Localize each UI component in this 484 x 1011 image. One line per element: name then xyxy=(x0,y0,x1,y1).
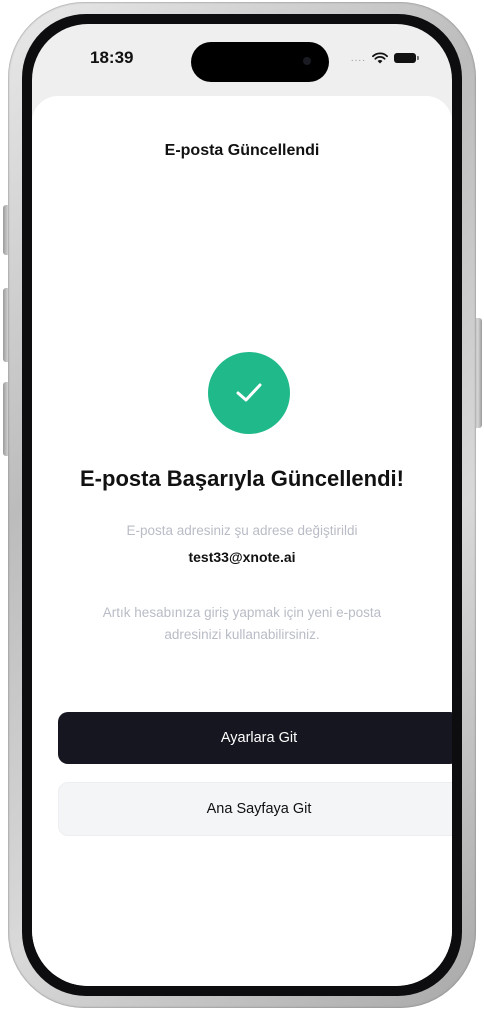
wifi-icon xyxy=(372,52,388,64)
phone-frame: 18:39 .... E-posta Güncellendi E-posta B… xyxy=(8,2,476,1008)
power-button xyxy=(475,318,482,428)
status-icons: .... xyxy=(350,52,419,64)
phone-screen: 18:39 .... E-posta Güncellendi E-posta B… xyxy=(32,24,452,986)
go-to-settings-button[interactable]: Ayarlara Git xyxy=(58,712,452,764)
phone-bezel: 18:39 .... E-posta Güncellendi E-posta B… xyxy=(22,14,462,996)
login-info-text: Artık hesabınıza giriş yapmak için yeni … xyxy=(102,605,382,642)
battery-icon xyxy=(394,53,419,63)
success-badge xyxy=(208,352,290,434)
content-sheet: E-posta Güncellendi E-posta Başarıyla Gü… xyxy=(32,96,452,986)
device-mockup: 18:39 .... E-posta Güncellendi E-posta B… xyxy=(0,0,484,1011)
status-time: 18:39 xyxy=(90,48,134,67)
page-title: E-posta Güncellendi xyxy=(164,142,320,159)
signal-icon: .... xyxy=(350,52,366,64)
dynamic-island xyxy=(191,42,329,82)
success-headline: E-posta Başarıyla Güncellendi! xyxy=(80,466,404,491)
change-description: E-posta adresiniz şu adrese değiştirildi xyxy=(126,523,358,538)
camera-dot xyxy=(303,57,311,65)
new-email-address: test33@xnote.ai xyxy=(188,549,296,565)
go-to-home-button[interactable]: Ana Sayfaya Git xyxy=(58,782,452,836)
checkmark-icon xyxy=(236,383,262,402)
